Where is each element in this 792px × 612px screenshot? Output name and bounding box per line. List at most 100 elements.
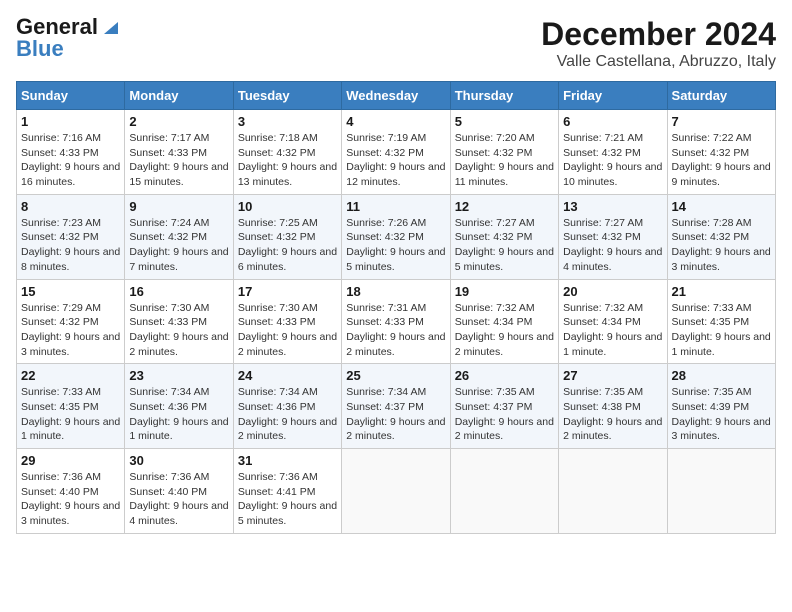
day-info: Sunrise: 7:21 AMSunset: 4:32 PMDaylight:…: [563, 131, 662, 190]
page-subtitle: Valle Castellana, Abruzzo, Italy: [541, 53, 776, 71]
calendar-week-row: 15 Sunrise: 7:29 AMSunset: 4:32 PMDayligh…: [17, 279, 776, 364]
day-number: 27: [563, 368, 662, 383]
calendar-cell: 26 Sunrise: 7:35 AMSunset: 4:37 PMDayligh…: [450, 364, 558, 449]
day-info: Sunrise: 7:34 AMSunset: 4:37 PMDaylight:…: [346, 385, 445, 444]
header-sunday: Sunday: [17, 82, 125, 110]
header-monday: Monday: [125, 82, 233, 110]
logo-blue: Blue: [16, 38, 64, 60]
calendar-cell: 12 Sunrise: 7:27 AMSunset: 4:32 PMDayligh…: [450, 194, 558, 279]
calendar-cell: 30 Sunrise: 7:36 AMSunset: 4:40 PMDayligh…: [125, 449, 233, 534]
day-info: Sunrise: 7:28 AMSunset: 4:32 PMDaylight:…: [672, 216, 771, 275]
day-number: 10: [238, 199, 337, 214]
day-number: 30: [129, 453, 228, 468]
day-number: 22: [21, 368, 120, 383]
day-number: 9: [129, 199, 228, 214]
day-info: Sunrise: 7:24 AMSunset: 4:32 PMDaylight:…: [129, 216, 228, 275]
day-info: Sunrise: 7:32 AMSunset: 4:34 PMDaylight:…: [455, 301, 554, 360]
day-info: Sunrise: 7:35 AMSunset: 4:38 PMDaylight:…: [563, 385, 662, 444]
calendar-cell: 16 Sunrise: 7:30 AMSunset: 4:33 PMDayligh…: [125, 279, 233, 364]
day-info: Sunrise: 7:29 AMSunset: 4:32 PMDaylight:…: [21, 301, 120, 360]
day-number: 24: [238, 368, 337, 383]
page-title: December 2024: [541, 16, 776, 53]
day-number: 15: [21, 284, 120, 299]
day-number: 18: [346, 284, 445, 299]
calendar-cell: [342, 449, 450, 534]
day-number: 28: [672, 368, 771, 383]
logo-text: General: [16, 16, 98, 38]
day-number: 23: [129, 368, 228, 383]
header-thursday: Thursday: [450, 82, 558, 110]
day-info: Sunrise: 7:27 AMSunset: 4:32 PMDaylight:…: [455, 216, 554, 275]
day-number: 8: [21, 199, 120, 214]
calendar-cell: 23 Sunrise: 7:34 AMSunset: 4:36 PMDayligh…: [125, 364, 233, 449]
day-info: Sunrise: 7:22 AMSunset: 4:32 PMDaylight:…: [672, 131, 771, 190]
calendar-week-row: 29 Sunrise: 7:36 AMSunset: 4:40 PMDayligh…: [17, 449, 776, 534]
calendar-cell: 28 Sunrise: 7:35 AMSunset: 4:39 PMDayligh…: [667, 364, 775, 449]
calendar-cell: [450, 449, 558, 534]
calendar-cell: [559, 449, 667, 534]
calendar-cell: 24Sunrise: 7:34 AMSunset: 4:36 PMDayligh…: [233, 364, 341, 449]
calendar-cell: 22 Sunrise: 7:33 AMSunset: 4:35 PMDayligh…: [17, 364, 125, 449]
calendar-cell: 10 Sunrise: 7:25 AMSunset: 4:32 PMDayligh…: [233, 194, 341, 279]
day-number: 20: [563, 284, 662, 299]
day-info: Sunrise: 7:26 AMSunset: 4:32 PMDaylight:…: [346, 216, 445, 275]
day-info: Sunrise: 7:33 AMSunset: 4:35 PMDaylight:…: [672, 301, 771, 360]
header-saturday: Saturday: [667, 82, 775, 110]
header-tuesday: Tuesday: [233, 82, 341, 110]
day-number: 29: [21, 453, 120, 468]
calendar-cell: 20Sunrise: 7:32 AMSunset: 4:34 PMDayligh…: [559, 279, 667, 364]
calendar-cell: 14 Sunrise: 7:28 AMSunset: 4:32 PMDayligh…: [667, 194, 775, 279]
calendar-cell: 2 Sunrise: 7:17 AMSunset: 4:33 PMDaylight…: [125, 110, 233, 195]
calendar-cell: 8Sunrise: 7:23 AMSunset: 4:32 PMDaylight…: [17, 194, 125, 279]
day-number: 4: [346, 114, 445, 129]
calendar-cell: 25 Sunrise: 7:34 AMSunset: 4:37 PMDayligh…: [342, 364, 450, 449]
calendar-cell: 15 Sunrise: 7:29 AMSunset: 4:32 PMDayligh…: [17, 279, 125, 364]
header-wednesday: Wednesday: [342, 82, 450, 110]
day-number: 7: [672, 114, 771, 129]
calendar-table: SundayMondayTuesdayWednesdayThursdayFrid…: [16, 81, 776, 534]
logo: General Blue: [16, 16, 122, 60]
day-info: Sunrise: 7:36 AMSunset: 4:40 PMDaylight:…: [129, 470, 228, 529]
day-number: 21: [672, 284, 771, 299]
calendar-cell: [667, 449, 775, 534]
day-info: Sunrise: 7:18 AMSunset: 4:32 PMDaylight:…: [238, 131, 337, 190]
calendar-cell: 5Sunrise: 7:20 AMSunset: 4:32 PMDaylight…: [450, 110, 558, 195]
day-number: 26: [455, 368, 554, 383]
day-info: Sunrise: 7:25 AMSunset: 4:32 PMDaylight:…: [238, 216, 337, 275]
day-info: Sunrise: 7:17 AMSunset: 4:33 PMDaylight:…: [129, 131, 228, 190]
day-info: Sunrise: 7:16 AMSunset: 4:33 PMDaylight:…: [21, 131, 120, 190]
day-number: 31: [238, 453, 337, 468]
day-info: Sunrise: 7:30 AMSunset: 4:33 PMDaylight:…: [129, 301, 228, 360]
day-info: Sunrise: 7:31 AMSunset: 4:33 PMDaylight:…: [346, 301, 445, 360]
day-info: Sunrise: 7:34 AMSunset: 4:36 PMDaylight:…: [129, 385, 228, 444]
day-number: 13: [563, 199, 662, 214]
calendar-cell: 19Sunrise: 7:32 AMSunset: 4:34 PMDayligh…: [450, 279, 558, 364]
calendar-cell: 18 Sunrise: 7:31 AMSunset: 4:33 PMDayligh…: [342, 279, 450, 364]
calendar-cell: 21 Sunrise: 7:33 AMSunset: 4:35 PMDayligh…: [667, 279, 775, 364]
day-number: 1: [21, 114, 120, 129]
day-number: 6: [563, 114, 662, 129]
logo-icon: [100, 16, 122, 38]
calendar-cell: 13 Sunrise: 7:27 AMSunset: 4:32 PMDayligh…: [559, 194, 667, 279]
day-number: 17: [238, 284, 337, 299]
calendar-cell: 3Sunrise: 7:18 AMSunset: 4:32 PMDaylight…: [233, 110, 341, 195]
day-info: Sunrise: 7:36 AMSunset: 4:41 PMDaylight:…: [238, 470, 337, 529]
day-info: Sunrise: 7:27 AMSunset: 4:32 PMDaylight:…: [563, 216, 662, 275]
day-number: 2: [129, 114, 228, 129]
day-number: 25: [346, 368, 445, 383]
day-number: 16: [129, 284, 228, 299]
day-info: Sunrise: 7:30 AMSunset: 4:33 PMDaylight:…: [238, 301, 337, 360]
calendar-week-row: 8Sunrise: 7:23 AMSunset: 4:32 PMDaylight…: [17, 194, 776, 279]
calendar-cell: 27 Sunrise: 7:35 AMSunset: 4:38 PMDayligh…: [559, 364, 667, 449]
calendar-week-row: 22 Sunrise: 7:33 AMSunset: 4:35 PMDayligh…: [17, 364, 776, 449]
day-number: 11: [346, 199, 445, 214]
day-info: Sunrise: 7:35 AMSunset: 4:39 PMDaylight:…: [672, 385, 771, 444]
day-info: Sunrise: 7:35 AMSunset: 4:37 PMDaylight:…: [455, 385, 554, 444]
calendar-cell: 4Sunrise: 7:19 AMSunset: 4:32 PMDaylight…: [342, 110, 450, 195]
day-info: Sunrise: 7:33 AMSunset: 4:35 PMDaylight:…: [21, 385, 120, 444]
day-number: 14: [672, 199, 771, 214]
calendar-cell: 1 Sunrise: 7:16 AMSunset: 4:33 PMDaylight…: [17, 110, 125, 195]
calendar-cell: 9 Sunrise: 7:24 AMSunset: 4:32 PMDaylight…: [125, 194, 233, 279]
calendar-cell: 29Sunrise: 7:36 AMSunset: 4:40 PMDayligh…: [17, 449, 125, 534]
day-number: 12: [455, 199, 554, 214]
